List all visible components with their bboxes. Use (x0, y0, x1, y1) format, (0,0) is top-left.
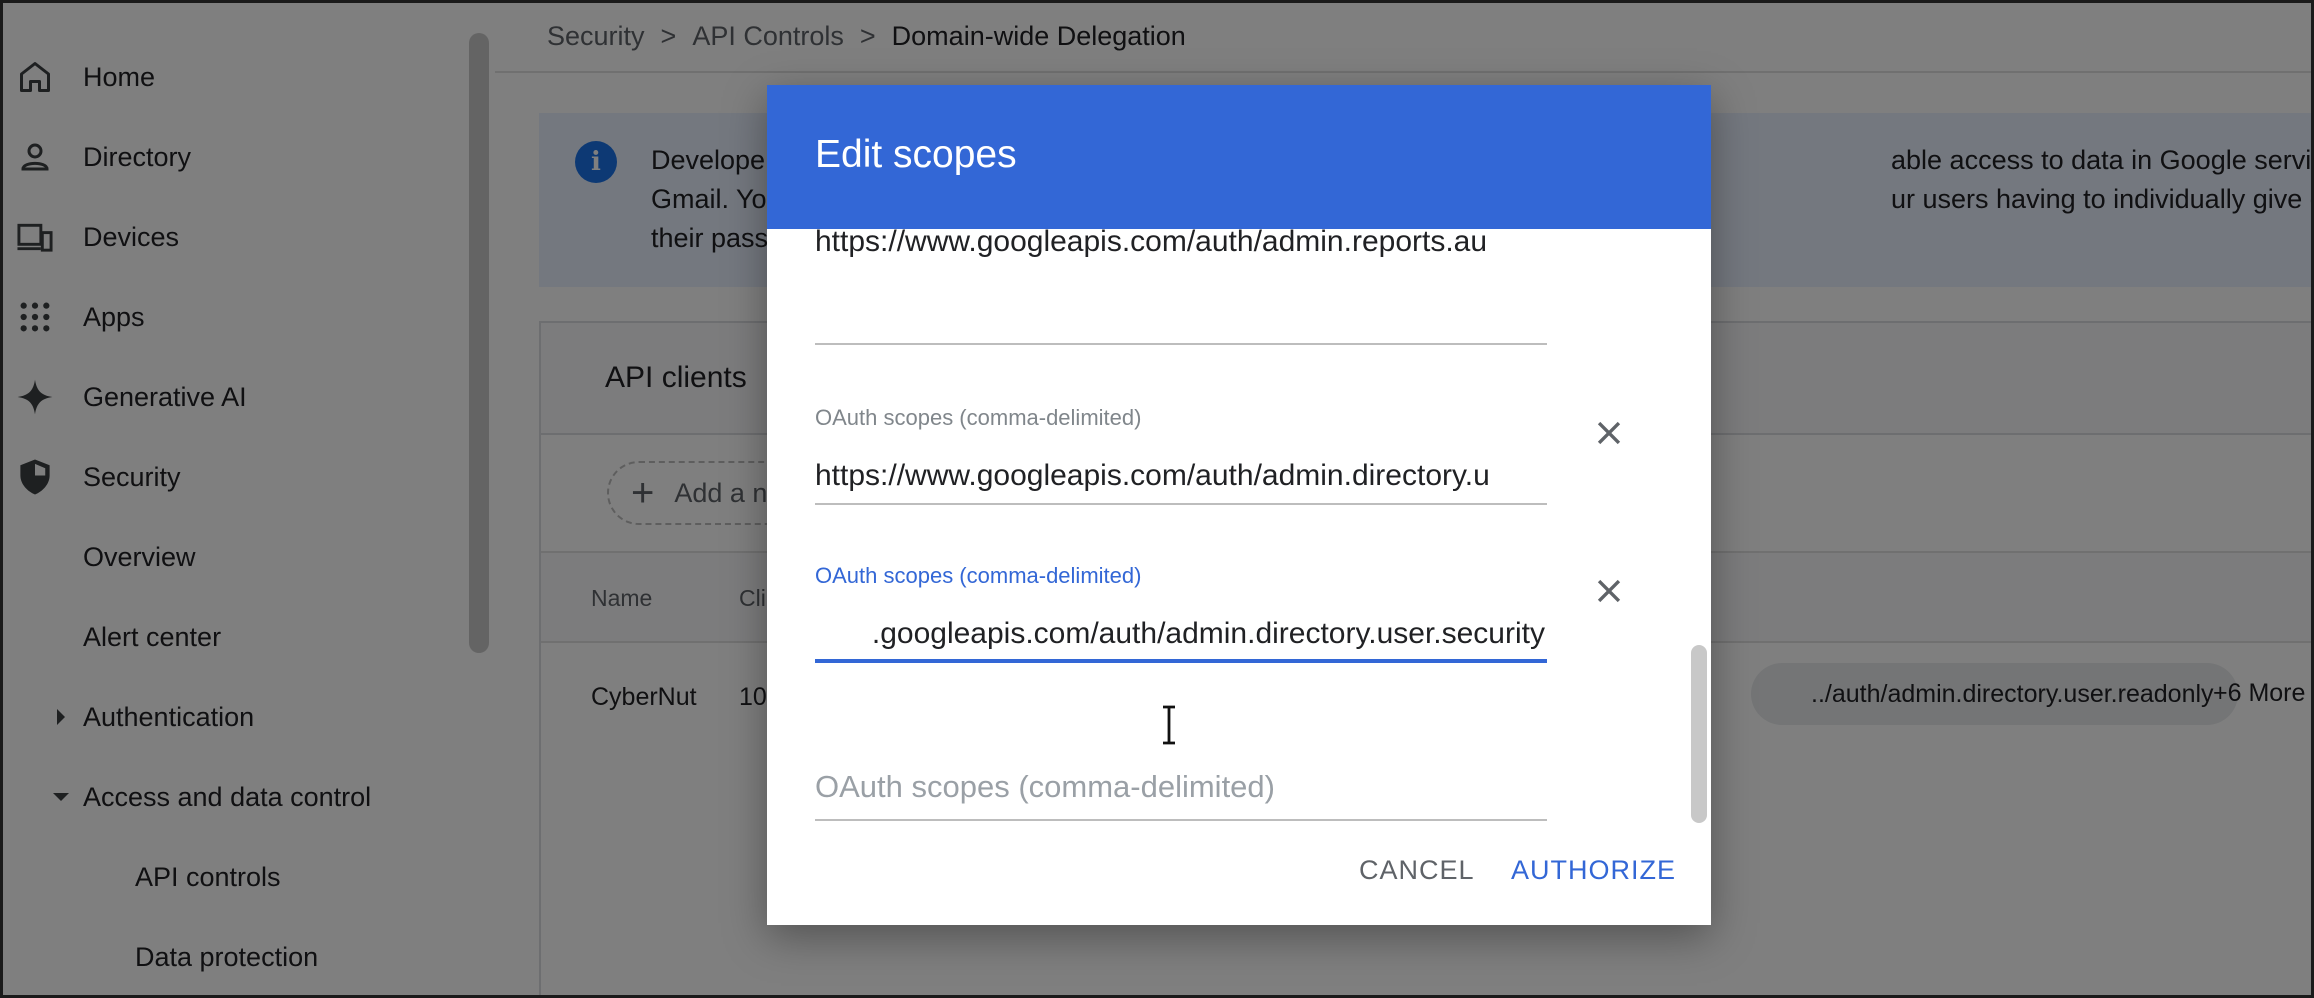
input-underline (815, 819, 1547, 821)
dialog-title: Edit scopes (815, 133, 1017, 176)
edit-scopes-dialog: Edit scopes https://www.googleapis.com/a… (767, 85, 1711, 925)
scope-placeholder: OAuth scopes (comma-delimited) (815, 769, 1275, 804)
scope-input[interactable]: https://www.googleapis.com/auth/admin.re… (815, 229, 1545, 265)
input-underline-active (815, 659, 1547, 663)
scope-label: OAuth scopes (comma-delimited) (815, 563, 1142, 588)
dialog-body: https://www.googleapis.com/auth/admin.re… (767, 229, 1711, 849)
scope-input[interactable]: https://www.googleapis.com/auth/admin.di… (815, 459, 1545, 493)
admin-console-page: Home Directory Devices Apps Generative A… (0, 0, 2314, 998)
remove-scope-button[interactable] (1585, 567, 1633, 615)
remove-scope-button[interactable] (1585, 409, 1633, 457)
authorize-button[interactable]: AUTHORIZE (1511, 855, 1676, 886)
dialog-actions: CANCEL AUTHORIZE (767, 849, 1711, 925)
dialog-scrollbar[interactable] (1691, 645, 1707, 823)
input-underline (815, 503, 1547, 505)
input-underline (815, 343, 1547, 345)
scope-label: OAuth scopes (comma-delimited) (815, 405, 1142, 430)
close-icon (1597, 579, 1621, 603)
text-cursor-icon (1159, 705, 1179, 745)
close-icon (1597, 421, 1621, 445)
dialog-header: Edit scopes (767, 85, 1711, 229)
cancel-button[interactable]: CANCEL (1359, 855, 1475, 886)
scope-input-focused[interactable]: .googleapis.com/auth/admin.directory.use… (815, 617, 1545, 651)
